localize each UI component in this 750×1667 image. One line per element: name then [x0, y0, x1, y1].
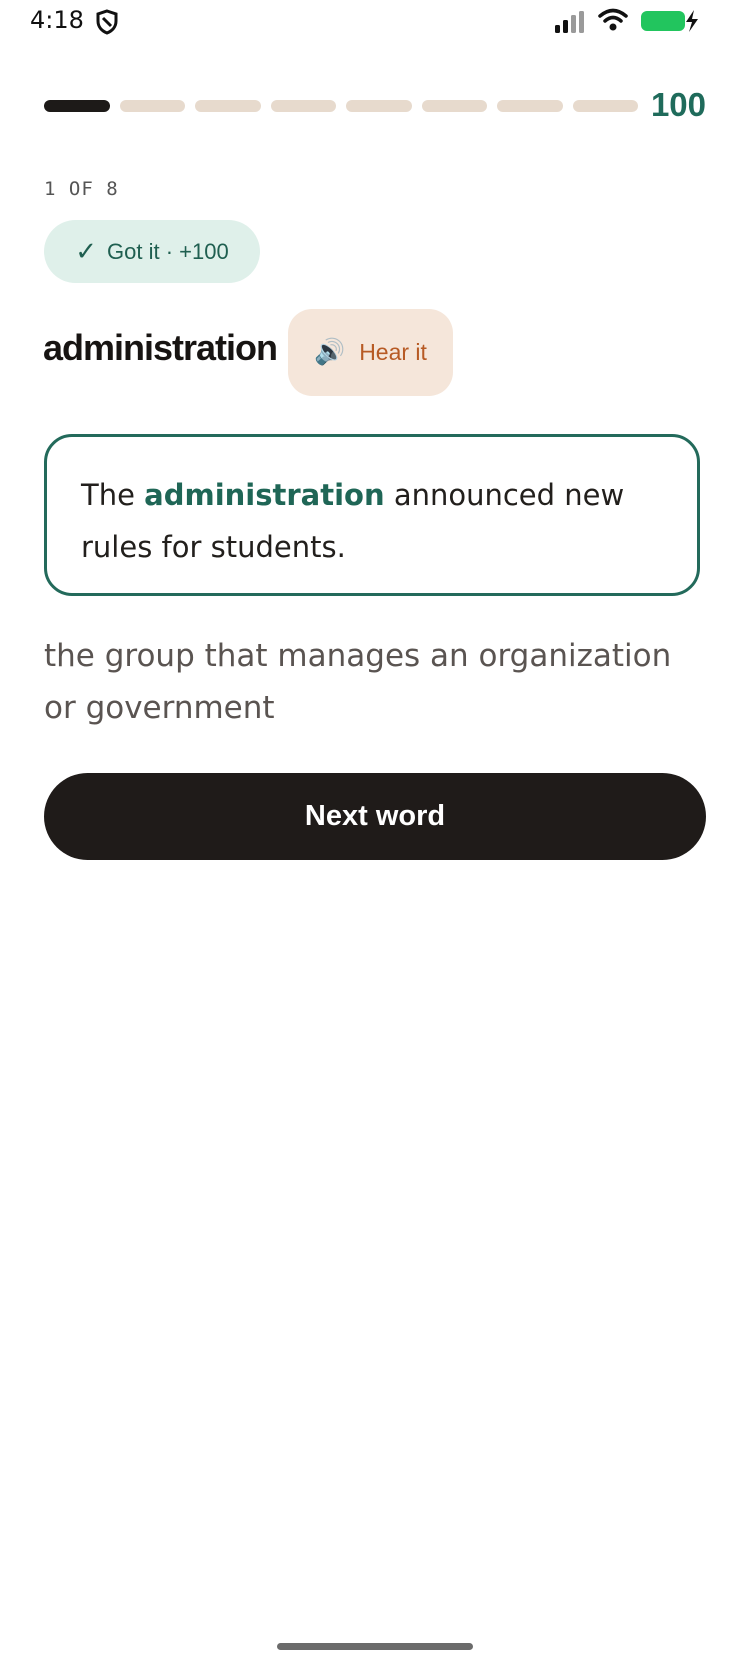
progress-segment-3	[195, 100, 261, 112]
speaker-icon: 🔊	[314, 338, 346, 366]
signal-icon	[555, 11, 587, 38]
hear-it-button[interactable]: 🔊 Hear it	[288, 309, 453, 396]
progress-segment-4	[270, 100, 336, 112]
example-highlight: administration	[144, 478, 385, 512]
example-sentence: The administration announced new rules f…	[44, 434, 700, 596]
check-icon: ✓	[75, 236, 98, 266]
feedback-text: Got it · +100	[107, 238, 229, 264]
next-word-button[interactable]: Next word	[44, 773, 706, 860]
progress-bar	[44, 100, 638, 112]
progress-segment-1	[44, 100, 110, 112]
definition-text: the group that manages an organization o…	[44, 638, 672, 726]
progress-segment-8	[572, 100, 638, 112]
example-before: The	[81, 478, 145, 512]
score: 100	[650, 86, 706, 123]
wifi-icon	[598, 8, 628, 37]
battery-charging-icon	[640, 9, 702, 38]
status-time: 4:18	[30, 6, 84, 34]
question-counter: 1 OF 8	[44, 178, 119, 200]
feedback-badge: ✓ Got it · +100	[44, 220, 260, 283]
progress-segment-7	[497, 100, 563, 112]
hear-it-label: Hear it	[359, 339, 427, 365]
home-indicator[interactable]	[277, 1643, 473, 1650]
progress-segment-6	[421, 100, 487, 112]
shield-icon	[96, 9, 118, 40]
status-bar: 4:18	[0, 0, 750, 46]
progress-segment-5	[346, 100, 412, 112]
progress-segment-2	[119, 100, 185, 112]
vocab-word: administration	[43, 327, 278, 368]
